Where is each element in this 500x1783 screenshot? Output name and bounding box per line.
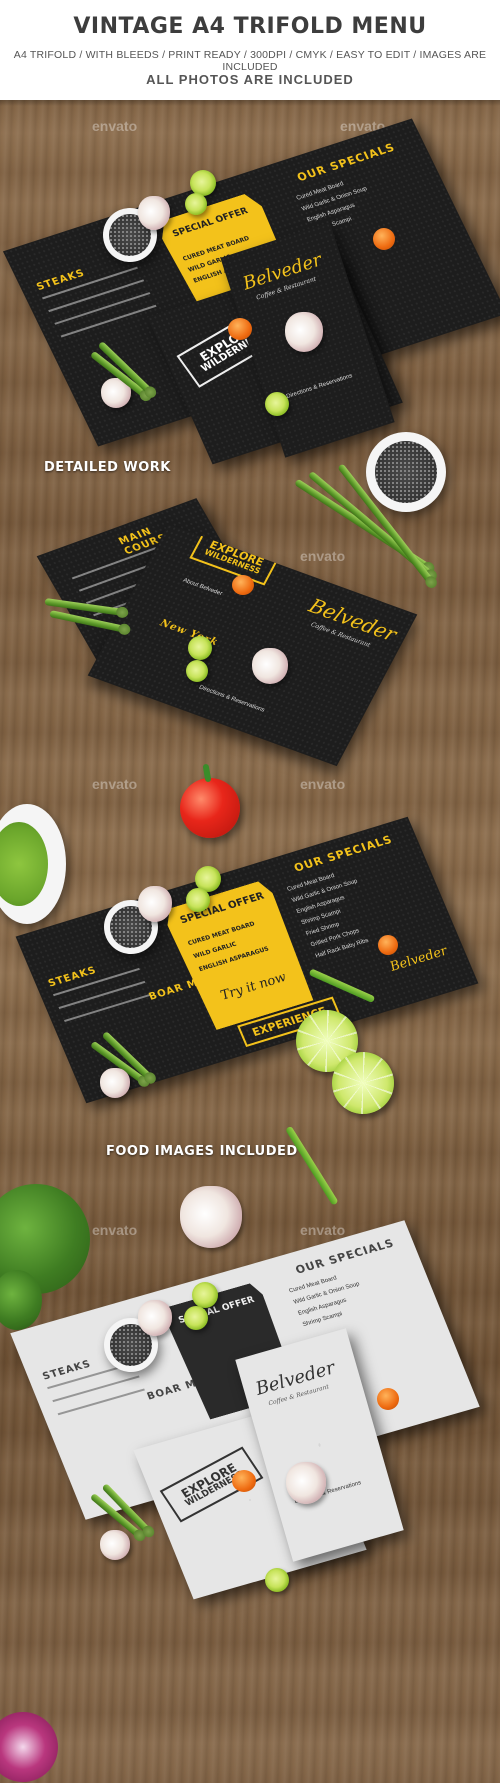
special-offer-title: SPECIAL OFFER	[171, 206, 250, 240]
garlic-icon	[138, 886, 172, 922]
menu-rule	[54, 292, 151, 325]
watermark: envato	[300, 776, 346, 792]
pepper-icon	[232, 1470, 256, 1492]
lime-icon	[186, 888, 210, 912]
lime-icon	[188, 636, 212, 660]
section-label-food: FOOD IMAGES INCLUDED	[106, 1144, 298, 1159]
watermark: envato	[92, 118, 138, 134]
lime-slice-icon	[332, 1052, 394, 1114]
garlic-icon	[100, 1530, 130, 1560]
garlic-icon	[138, 1300, 172, 1336]
about-text: About Belveder	[181, 577, 224, 598]
watermark: envato	[300, 548, 346, 564]
pepper-icon	[378, 935, 398, 955]
watermark: envato	[300, 1222, 346, 1238]
header: VINTAGE A4 TRIFOLD MENU A4 TRIFOLD / WIT…	[0, 0, 500, 100]
lime-icon	[265, 1568, 289, 1592]
chia-seeds-icon	[375, 441, 437, 503]
lime-icon	[186, 660, 208, 682]
tomato-icon	[180, 778, 240, 838]
offer-item: CURED MEAT BOARD	[186, 920, 256, 948]
menu-heading: STEAKS	[41, 1358, 93, 1383]
pepper-icon	[377, 1388, 399, 1410]
divider	[0, 100, 500, 106]
menu-rule	[58, 980, 146, 1010]
garlic-icon	[285, 312, 323, 352]
lime-icon	[192, 1282, 218, 1308]
garlic-icon	[252, 648, 288, 684]
garlic-icon	[286, 1462, 326, 1504]
garlic-icon	[180, 1186, 242, 1248]
menu-heading: STEAKS	[34, 267, 87, 294]
menu-rule	[57, 1388, 145, 1416]
page-title: VINTAGE A4 TRIFOLD MENU	[73, 14, 427, 39]
lime-icon	[265, 392, 289, 416]
watermark: envato	[92, 1222, 138, 1238]
pepper-icon	[232, 575, 254, 595]
directions-text: Directions & Reservations	[197, 684, 266, 714]
pepper-icon	[373, 228, 395, 250]
pepper-icon	[228, 318, 252, 340]
menu-heading: STEAKS	[46, 964, 99, 990]
try-it-now: Try it now	[218, 969, 289, 1004]
section-label-detailed: DETAILED WORK	[44, 460, 171, 475]
garlic-icon	[138, 196, 170, 230]
directions-text: Directions & Reservations	[285, 373, 354, 401]
lime-icon	[185, 193, 207, 215]
photos-note: ALL PHOTOS ARE INCLUDED	[146, 72, 354, 87]
menu-rule	[64, 993, 151, 1022]
garlic-icon	[100, 1068, 130, 1098]
page-subtitle: A4 TRIFOLD / WITH BLEEDS / PRINT READY /…	[13, 49, 487, 73]
lime-icon	[184, 1306, 208, 1330]
menu-rule	[60, 304, 157, 338]
watermark: envato	[92, 776, 138, 792]
menu-rule	[52, 1375, 140, 1403]
